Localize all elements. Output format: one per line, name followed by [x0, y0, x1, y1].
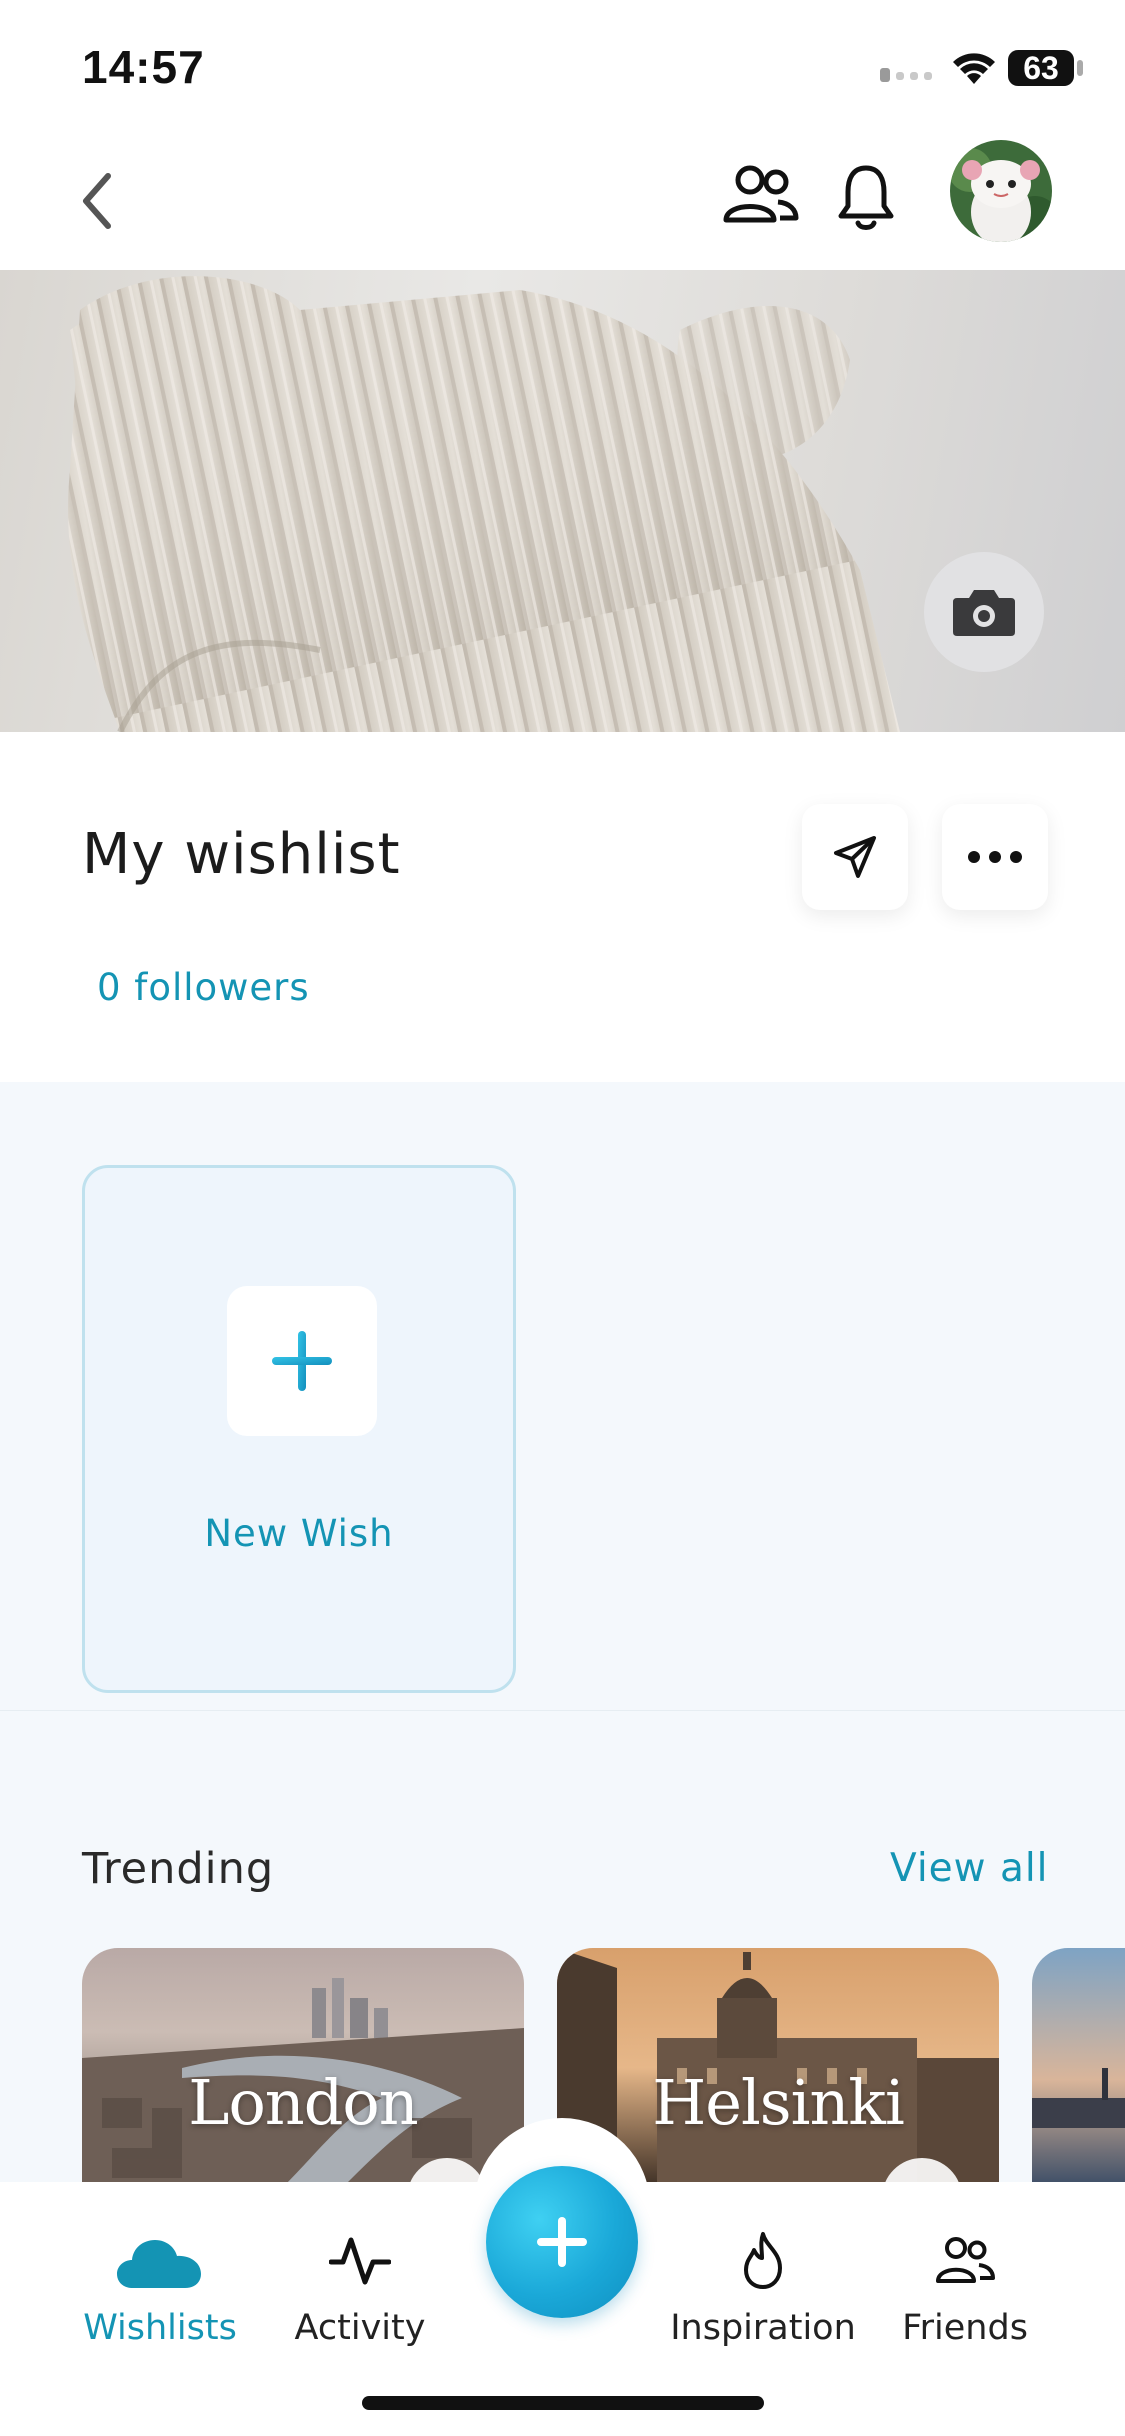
- trending-card-label: Helsinki: [652, 2066, 905, 2139]
- camera-icon: [953, 590, 1015, 636]
- avatar[interactable]: [950, 140, 1052, 242]
- trending-card-london[interactable]: London: [82, 1948, 524, 2188]
- share-button[interactable]: [802, 804, 908, 910]
- cloud-icon: [117, 2240, 201, 2288]
- divider: [0, 1710, 1125, 1711]
- tab-inspiration[interactable]: Inspiration: [668, 2220, 858, 2348]
- new-wish-label: New Wish: [204, 1512, 394, 1555]
- plus-icon: [537, 2217, 587, 2267]
- more-options-button[interactable]: [942, 804, 1048, 910]
- flame-icon: [744, 2232, 782, 2289]
- people-icon[interactable]: [720, 160, 800, 230]
- page-title: My wishlist: [82, 822, 401, 887]
- new-wish-card[interactable]: New Wish: [82, 1165, 516, 1693]
- wifi-icon: [953, 53, 995, 84]
- followers-link[interactable]: 0 followers: [97, 966, 310, 1009]
- add-button[interactable]: [486, 2166, 638, 2318]
- chevron-left-icon[interactable]: [68, 166, 128, 236]
- battery-indicator: 63: [1008, 50, 1074, 86]
- pulse-icon: [329, 2237, 391, 2285]
- tab-label: Friends: [902, 2308, 1028, 2348]
- plus-icon: [272, 1331, 332, 1391]
- tab-label: Inspiration: [670, 2308, 856, 2348]
- status-bar: 14:57 63: [0, 0, 1125, 140]
- battery-nub: [1077, 60, 1083, 76]
- status-time: 14:57: [82, 41, 205, 93]
- home-indicator: [362, 2396, 764, 2410]
- trending-card-label: London: [188, 2066, 418, 2139]
- tab-label: Wishlists: [83, 2308, 237, 2348]
- tab-activity[interactable]: Activity: [285, 2220, 435, 2348]
- tab-friends[interactable]: Friends: [895, 2220, 1035, 2348]
- ellipsis-icon: [968, 851, 1022, 863]
- tab-label: Activity: [294, 2308, 426, 2348]
- trending-heading: Trending: [82, 1844, 275, 1894]
- new-wish-plus-box: [227, 1286, 377, 1436]
- tab-wishlists[interactable]: Wishlists: [80, 2220, 240, 2348]
- bell-icon[interactable]: [836, 160, 896, 232]
- avatar-image: [950, 140, 1052, 242]
- paper-plane-icon: [834, 836, 876, 878]
- people-icon: [936, 2237, 995, 2283]
- city-photo: [1032, 1948, 1125, 2188]
- trending-card-partial[interactable]: [1032, 1948, 1125, 2188]
- view-all-link[interactable]: View all: [890, 1846, 1049, 1891]
- cellular-signal-icon: [880, 68, 932, 82]
- change-cover-button[interactable]: [924, 552, 1044, 672]
